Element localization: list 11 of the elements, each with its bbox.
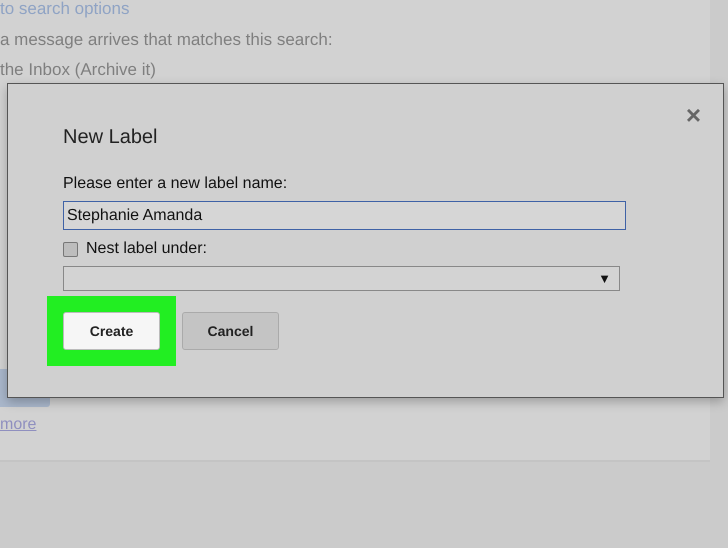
option-text: the Inbox (Archive it) (0, 60, 156, 80)
filter-text: a message arrives that matches this search: (0, 30, 333, 50)
parent-label-dropdown[interactable]: ▼ (63, 266, 620, 291)
close-button[interactable]: × (686, 102, 701, 128)
dialog-title: New Label (63, 126, 158, 149)
cancel-button[interactable]: Cancel (182, 312, 279, 350)
create-button[interactable]: Create (63, 312, 160, 350)
nest-label: Nest label under: (86, 240, 207, 258)
label-name-field[interactable]: Stephanie Amanda (63, 201, 626, 230)
nest-checkbox[interactable] (63, 242, 78, 256)
prompt-label: Please enter a new label name: (63, 175, 288, 193)
